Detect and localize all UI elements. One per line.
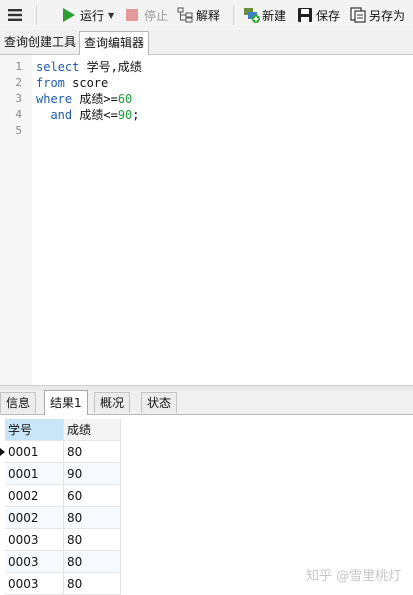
sql-text: 成绩>=: [72, 92, 118, 106]
result-tab-bar: 信息 结果1 概况 状态: [0, 390, 413, 415]
column-header-student-id[interactable]: 学号: [5, 419, 64, 441]
code-line: where 成绩>=60: [36, 91, 132, 107]
sql-number: 60: [117, 92, 133, 106]
line-number-gutter: 1 2 3 4 5: [0, 55, 32, 385]
toolbar-separator: [36, 5, 37, 25]
sql-keyword: and: [36, 108, 73, 122]
run-button[interactable]: 运行 ▼: [61, 0, 114, 30]
line-number: 4: [15, 108, 22, 121]
new-label: 新建: [262, 8, 287, 23]
cell-student-id[interactable]: 0001: [5, 463, 64, 485]
run-dropdown-caret-icon[interactable]: ▼: [108, 11, 114, 20]
watermark: 知乎 @雪里桃灯: [306, 569, 402, 584]
editor-tab-bar: 查询创建工具 查询编辑器: [0, 30, 413, 56]
cell-student-id[interactable]: 0002: [5, 485, 64, 507]
sql-number: 90: [117, 108, 133, 122]
code-line: and 成绩<=90;: [36, 107, 140, 123]
run-label: 运行: [80, 8, 105, 23]
sql-keyword: where: [36, 92, 73, 106]
line-number: 3: [15, 92, 22, 105]
tab-query-builder[interactable]: 查询创建工具: [0, 32, 80, 53]
sql-text: 成绩<=: [72, 108, 118, 122]
toolbar-separator: [233, 5, 234, 25]
cell-student-id[interactable]: 0002: [5, 507, 64, 529]
cell-student-id[interactable]: 0003: [5, 551, 64, 573]
stop-icon: [125, 7, 141, 23]
save-as-icon: [350, 7, 366, 23]
explain-button[interactable]: 解释: [177, 0, 220, 30]
tab-info[interactable]: 信息: [0, 392, 37, 413]
cell-student-id[interactable]: 0003: [5, 529, 64, 551]
save-label: 保存: [316, 8, 341, 23]
tab-status[interactable]: 状态: [141, 392, 178, 413]
menu-button[interactable]: [4, 0, 26, 30]
sql-editor[interactable]: 1 2 3 4 5 select 学号,成绩 from score where …: [0, 55, 413, 385]
tab-result-1[interactable]: 结果1: [44, 390, 88, 415]
sql-keyword: from: [36, 76, 65, 90]
sql-text: 学号,成绩: [79, 60, 142, 74]
cell-score[interactable]: 80: [64, 529, 121, 551]
sql-terminator: ;: [132, 108, 140, 122]
cell-score[interactable]: 80: [64, 507, 121, 529]
line-number: 2: [15, 76, 22, 89]
stop-label: 停止: [144, 8, 169, 23]
new-query-icon: [243, 7, 260, 23]
hamburger-menu-icon: [8, 9, 22, 21]
cell-score[interactable]: 80: [64, 441, 121, 463]
cell-score[interactable]: 90: [64, 463, 121, 485]
toolbar: 运行 ▼ 停止 解释 新建 保存 另存为: [0, 0, 413, 30]
tab-query-editor[interactable]: 查询编辑器: [79, 31, 150, 56]
save-as-label: 另存为: [369, 8, 406, 23]
save-as-button[interactable]: 另存为: [350, 0, 405, 30]
play-icon: [61, 7, 77, 23]
line-number: 1: [15, 60, 22, 73]
cell-score[interactable]: 60: [64, 485, 121, 507]
sql-text: score: [64, 76, 109, 90]
line-number: 5: [15, 124, 22, 137]
cell-score[interactable]: 80: [64, 551, 121, 573]
floppy-save-icon: [297, 7, 313, 23]
code-line: select 学号,成绩: [36, 59, 142, 75]
save-button[interactable]: 保存: [297, 0, 340, 30]
cell-student-id[interactable]: 0003: [5, 573, 64, 595]
column-header-score[interactable]: 成绩: [64, 419, 121, 441]
explain-label: 解释: [196, 8, 221, 23]
cell-student-id[interactable]: 0001: [5, 441, 64, 463]
cell-score[interactable]: 80: [64, 573, 121, 595]
code-line: from score: [36, 75, 108, 91]
sql-keyword: select: [36, 60, 80, 74]
explain-tree-icon: [177, 7, 193, 23]
new-button[interactable]: 新建: [243, 0, 286, 30]
stop-button[interactable]: 停止: [125, 0, 168, 30]
tab-profile[interactable]: 概况: [94, 392, 131, 413]
